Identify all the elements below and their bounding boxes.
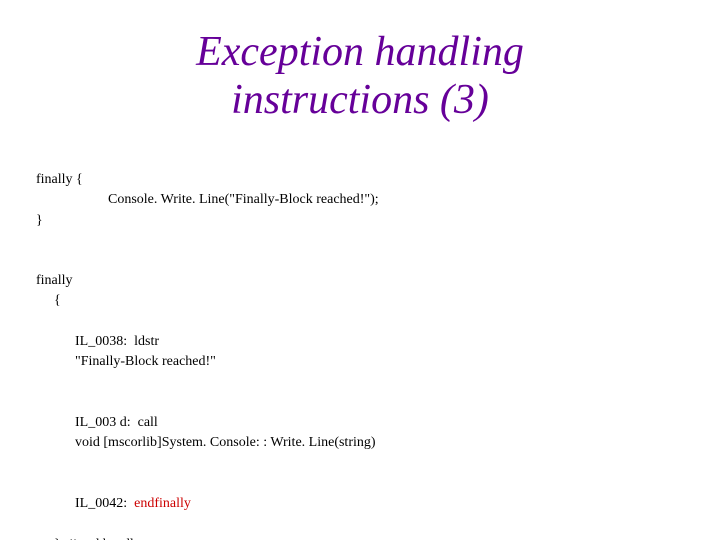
title-line-2: instructions (3)	[231, 77, 489, 123]
il-row-1-arg: "Finally-Block reached!"	[75, 352, 216, 372]
title-line-1: Exception handling	[196, 29, 524, 75]
il-open-brace: {	[36, 291, 684, 311]
slide-body: finally { Console. Write. Line("Finally-…	[36, 170, 684, 540]
slide: Exception handling instructions (3) fina…	[0, 0, 720, 540]
il-head: finally	[36, 271, 684, 291]
il-row-2-arg: void [mscorlib]System. Console: : Write.…	[75, 433, 376, 453]
il-close-brace: } // end handler	[36, 535, 684, 540]
il-row-3-keyword: endfinally	[134, 496, 191, 511]
section-gap	[36, 231, 684, 271]
src-line-1: finally {	[36, 170, 684, 190]
il-row-2: IL_003 d: call void [mscorlib]System. Co…	[36, 393, 684, 474]
src-line-3: }	[36, 211, 684, 231]
il-row-3: IL_0042: endfinally	[36, 474, 684, 535]
src-line-2: Console. Write. Line("Finally-Block reac…	[36, 190, 684, 210]
il-row-1-op: IL_0038: ldstr	[75, 332, 205, 352]
il-row-1: IL_0038: ldstr "Finally-Block reached!"	[36, 311, 684, 392]
il-row-3-prefix: IL_0042:	[75, 496, 134, 511]
slide-title: Exception handling instructions (3)	[0, 28, 720, 125]
il-row-2-op: IL_003 d: call	[75, 413, 205, 433]
